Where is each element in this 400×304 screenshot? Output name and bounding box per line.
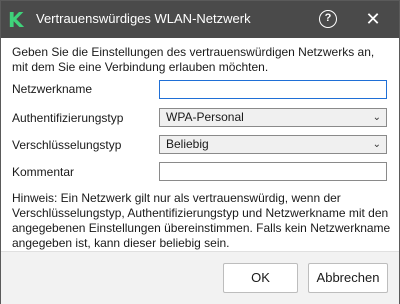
- encryption-type-value: Beliebig: [166, 137, 209, 151]
- help-icon[interactable]: ?: [319, 10, 337, 28]
- dialog-window: K Vertrauenswürdiges WLAN-Netzwerk ? ✕ G…: [0, 0, 400, 304]
- dialog-footer: OK Abbrechen: [1, 251, 399, 304]
- auth-type-value: WPA-Personal: [166, 110, 244, 124]
- title-bar: K Vertrauenswürdiges WLAN-Netzwerk ? ✕: [1, 1, 399, 38]
- kaspersky-logo-icon: K: [8, 8, 24, 32]
- comment-input[interactable]: [159, 162, 387, 181]
- auth-type-label: Authentifizierungstyp: [12, 111, 124, 125]
- encryption-type-label: Verschlüsselungstyp: [12, 138, 122, 152]
- network-name-input[interactable]: [159, 80, 387, 99]
- hint-text: Hinweis: Ein Netzwerk gilt nur als vertr…: [12, 191, 391, 250]
- cancel-button[interactable]: Abbrechen: [308, 263, 388, 293]
- intro-text: Geben Sie die Einstellungen des vertraue…: [12, 45, 375, 74]
- dialog-title: Vertrauenswürdiges WLAN-Netzwerk: [36, 11, 251, 26]
- auth-type-select[interactable]: WPA-Personal ⌄: [159, 108, 387, 127]
- encryption-type-select[interactable]: Beliebig ⌄: [159, 135, 387, 154]
- close-icon[interactable]: ✕: [363, 9, 383, 29]
- network-name-label: Netzwerkname: [12, 82, 93, 96]
- chevron-down-icon: ⌄: [372, 112, 381, 123]
- ok-button[interactable]: OK: [223, 263, 298, 293]
- comment-label: Kommentar: [12, 165, 75, 179]
- chevron-down-icon: ⌄: [372, 139, 381, 150]
